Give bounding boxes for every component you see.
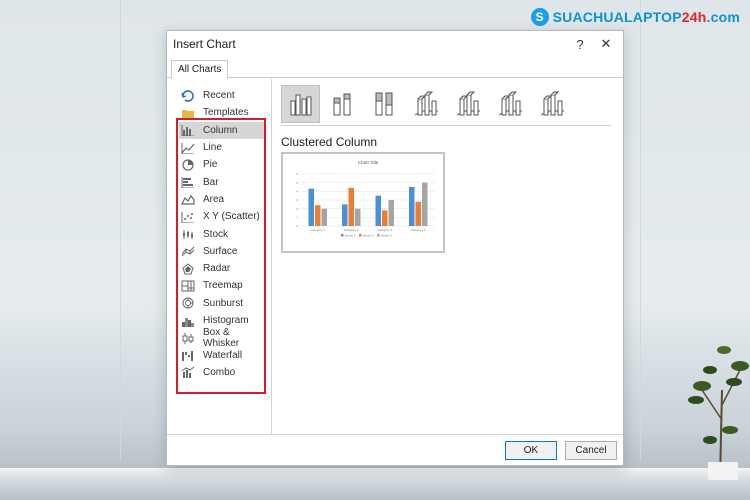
preview-chart-title: Chart Title (358, 160, 379, 165)
x-tick-label: Category 4 (411, 228, 426, 232)
dialog-footer: OK Cancel (167, 434, 623, 465)
divider (281, 125, 611, 126)
legend-swatch (377, 234, 380, 237)
wall-seam (640, 0, 641, 460)
chart-type-label: Templates (203, 107, 249, 119)
insert-chart-dialog: Insert Chart ? ✕ All Charts Recent Templa… (166, 30, 624, 466)
selected-variant-name: Clustered Column (281, 135, 378, 149)
preview-bar (355, 208, 361, 226)
legend-entry: Series 2 (363, 233, 374, 237)
close-button[interactable]: ✕ (593, 32, 619, 56)
preview-bar (409, 187, 415, 226)
preview-bar (321, 208, 327, 226)
legend-entry: Series 1 (345, 233, 356, 237)
brand-logo: S SUACHUALAPTOP24h.com (530, 8, 740, 26)
preview-bar (388, 200, 394, 226)
y-tick-label: 4 (296, 190, 298, 194)
shelf-surface (0, 468, 750, 500)
help-button[interactable]: ? (567, 32, 593, 56)
y-tick-label: 0 (296, 224, 298, 228)
logo-text: SUACHUALAPTOP24h.com (552, 9, 740, 25)
legend-swatch (341, 234, 344, 237)
preview-bar (348, 187, 354, 226)
legend-entry: Series 3 (381, 233, 392, 237)
3d-column-icon[interactable] (533, 85, 572, 123)
preview-bar (315, 205, 321, 226)
3d-stacked-column-icon[interactable] (449, 85, 488, 123)
preview-chart-svg: Chart Title 0 1 2 3 4 5 6 Category 1 Category 2 Ca… (296, 160, 435, 237)
clustered-column-icon[interactable] (281, 85, 320, 123)
cancel-button[interactable]: Cancel (565, 441, 617, 460)
recent-icon (181, 89, 195, 102)
chart-type-label: Recent (203, 90, 235, 102)
y-tick-label: 1 (296, 216, 298, 220)
y-tick-label: 3 (296, 198, 298, 202)
chart-preview[interactable]: Chart Title 0 1 2 3 4 5 6 Category 1 Category 2 Ca… (281, 152, 445, 253)
x-tick-label: Category 3 (377, 228, 392, 232)
stacked-column-icon[interactable] (323, 85, 362, 123)
chart-subtype-gallery (281, 85, 572, 123)
dialog-title: Insert Chart (173, 37, 236, 51)
tab-all-charts[interactable]: All Charts (171, 60, 229, 79)
preview-bar (375, 195, 381, 226)
legend-swatch (359, 234, 362, 237)
dialog-titlebar: Insert Chart ? ✕ (167, 31, 623, 57)
y-tick-label: 6 (296, 172, 298, 176)
preview-bar (342, 204, 348, 226)
dialog-content: Recent Templates Column Line Pie Bar Area X Y (… (167, 79, 623, 435)
highlight-annotation-box (176, 118, 266, 394)
y-tick-label: 2 (296, 207, 298, 211)
preview-bar (308, 188, 314, 226)
logo-mark-icon: S (530, 8, 549, 26)
plant-decoration (688, 346, 749, 480)
wall-seam (120, 0, 121, 460)
3d-clustered-column-icon[interactable] (407, 85, 446, 123)
preview-bar (422, 182, 428, 226)
100-stacked-column-icon[interactable] (365, 85, 404, 123)
x-tick-label: Category 1 (310, 228, 325, 232)
chart-variant-pane: Clustered Column Chart Title 0 1 2 3 4 5 6 Categ… (273, 79, 611, 435)
x-tick-label: Category 2 (344, 228, 359, 232)
dialog-tab-row: All Charts (167, 57, 623, 79)
preview-bar (382, 210, 388, 226)
ok-button[interactable]: OK (505, 441, 557, 460)
y-tick-label: 5 (296, 181, 298, 185)
3d-100-stacked-column-icon[interactable] (491, 85, 530, 123)
preview-bar (415, 201, 421, 226)
chart-type-pane: Recent Templates Column Line Pie Bar Area X Y (… (167, 79, 272, 435)
chart-type-recent[interactable]: Recent (179, 87, 265, 104)
